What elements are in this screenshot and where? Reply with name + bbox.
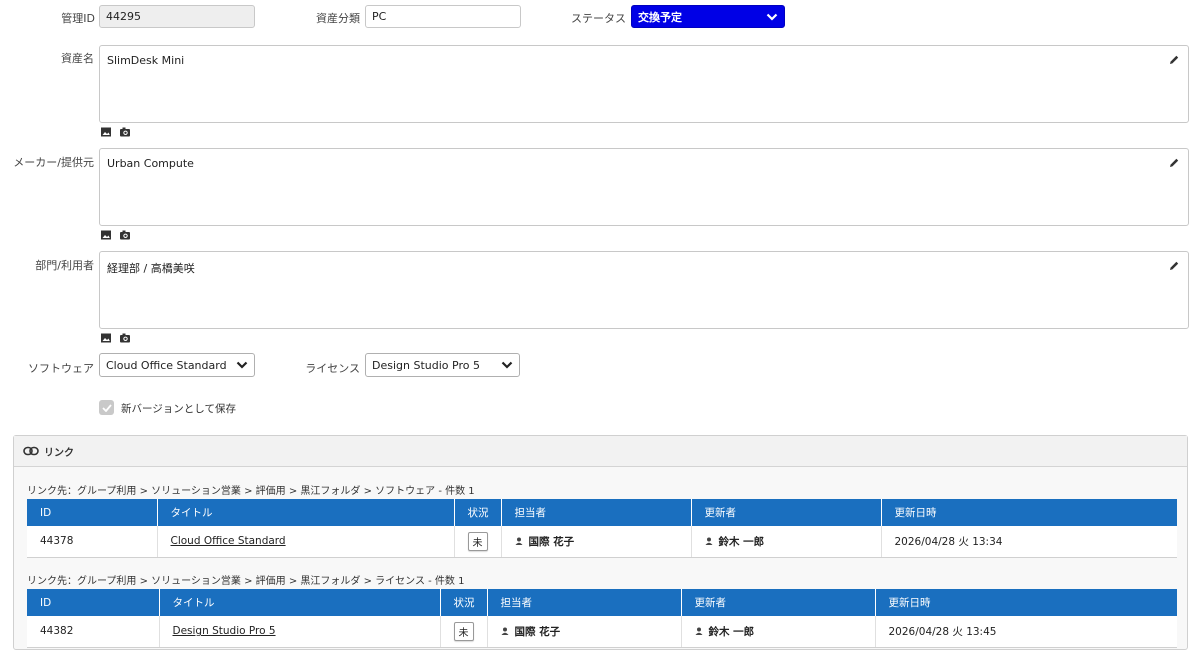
user-icon [515,537,522,546]
image-icon[interactable] [100,332,112,344]
software-label: ソフトウェア [28,362,94,375]
col-header-title[interactable]: タイトル [157,499,455,526]
check-icon [101,403,112,412]
row-state-cell: 未 [440,616,488,648]
user-icon [695,627,702,636]
table-header-row: ID タイトル 状況 担当者 更新者 更新日時 [27,499,1177,526]
camera-icon[interactable] [119,229,131,241]
status-badge: 未 [453,621,474,641]
pencil-icon[interactable] [1168,157,1180,169]
col-header-id[interactable]: ID [27,499,158,526]
col-header-updater[interactable]: 更新者 [691,499,882,526]
table-row[interactable]: 44382 Design Studio Pro 5 未 国際 花子 鈴木 一郎 … [27,616,1177,648]
maker-value: Urban Compute [107,157,194,170]
status-badge: 未 [467,531,488,551]
asset-name-textarea[interactable]: SlimDesk Mini [99,45,1189,123]
save-new-version-label: 新バージョンとして保存 [121,403,236,415]
user-icon [705,537,712,546]
col-header-updater[interactable]: 更新者 [681,589,876,616]
camera-icon[interactable] [119,126,131,138]
user-icon [501,627,508,636]
col-header-id[interactable]: ID [27,589,160,616]
chevron-down-icon [236,361,248,369]
links-panel-title: リンク [44,447,74,459]
image-icon[interactable] [100,229,112,241]
license-select[interactable]: Design Studio Pro 5 [365,353,520,377]
links-panel-header: リンク [14,436,1187,467]
chevron-down-icon [766,13,778,21]
row-id: 44382 [27,616,160,648]
mgmt-id-field: 44295 [99,5,255,28]
row-state-cell: 未 [454,526,502,558]
row-assignee-cell: 国際 花子 [487,616,682,648]
col-header-updated[interactable]: 更新日時 [881,499,1177,526]
row-id: 44378 [27,526,158,558]
row-title-cell: Cloud Office Standard [157,526,455,558]
link-icon [23,446,39,456]
maker-attach-row [100,229,131,241]
row-updater: 鈴木 一郎 [708,625,755,638]
mgmt-id-label: 管理ID [61,12,95,25]
asset-class-field[interactable]: PC [365,5,521,28]
asset-name-value: SlimDesk Mini [107,54,185,67]
breadcrumb: リンク先：グループ利用 > ソリューション営業 > 評価用 > 黒江フォルダ >… [27,486,475,497]
col-header-assignee[interactable]: 担当者 [501,499,692,526]
row-updated: 2026/04/28 火 13:45 [875,616,1177,648]
row-updated: 2026/04/28 火 13:34 [881,526,1177,558]
breadcrumb: リンク先：グループ利用 > ソリューション営業 > 評価用 > 黒江フォルダ >… [27,576,465,587]
row-title-link[interactable]: Design Studio Pro 5 [173,625,276,637]
status-select-value: 交換予定 [638,10,682,24]
col-header-assignee[interactable]: 担当者 [487,589,682,616]
status-label: ステータス [571,12,626,25]
camera-icon[interactable] [119,332,131,344]
dept-user-attach-row [100,332,131,344]
maker-textarea[interactable]: Urban Compute [99,148,1189,226]
status-select[interactable]: 交換予定 [631,5,785,28]
dept-user-textarea[interactable]: 経理部 / 高橋美咲 [99,251,1189,329]
asset-class-label: 資産分類 [316,12,360,25]
software-select-value: Cloud Office Standard [106,358,227,372]
row-assignee: 国際 花子 [514,625,561,638]
row-updater-cell: 鈴木 一郎 [681,616,876,648]
software-select[interactable]: Cloud Office Standard [99,353,255,377]
asset-name-label: 資産名 [61,52,94,65]
col-header-state[interactable]: 状況 [440,589,488,616]
table-header-row: ID タイトル 状況 担当者 更新者 更新日時 [27,589,1177,616]
col-header-title[interactable]: タイトル [159,589,441,616]
license-label: ライセンス [305,362,360,375]
table-row[interactable]: 44378 Cloud Office Standard 未 国際 花子 鈴木 一… [27,526,1177,558]
chevron-down-icon [501,361,513,369]
links-table-license: ID タイトル 状況 担当者 更新者 更新日時 44382 Design Stu… [27,589,1177,648]
col-header-updated[interactable]: 更新日時 [875,589,1177,616]
pencil-icon[interactable] [1168,260,1180,272]
row-updater: 鈴木 一郎 [718,535,765,548]
row-assignee: 国際 花子 [528,535,575,548]
asset-name-attach-row [100,126,131,138]
row-title-link[interactable]: Cloud Office Standard [171,535,286,547]
row-title-cell: Design Studio Pro 5 [159,616,441,648]
row-updater-cell: 鈴木 一郎 [691,526,882,558]
dept-user-value: 経理部 / 高橋美咲 [107,262,195,275]
links-panel: リンク リンク先：グループ利用 > ソリューション営業 > 評価用 > 黒江フォ… [13,435,1188,650]
col-header-state[interactable]: 状況 [454,499,502,526]
license-select-value: Design Studio Pro 5 [372,358,480,372]
pencil-icon[interactable] [1168,54,1180,66]
row-assignee-cell: 国際 花子 [501,526,692,558]
links-table-software: ID タイトル 状況 担当者 更新者 更新日時 44378 Cloud Offi… [27,499,1177,558]
dept-user-label: 部門/利用者 [35,259,94,272]
image-icon[interactable] [100,126,112,138]
save-new-version-checkbox[interactable] [99,400,114,415]
maker-label: メーカー/提供元 [13,156,94,169]
